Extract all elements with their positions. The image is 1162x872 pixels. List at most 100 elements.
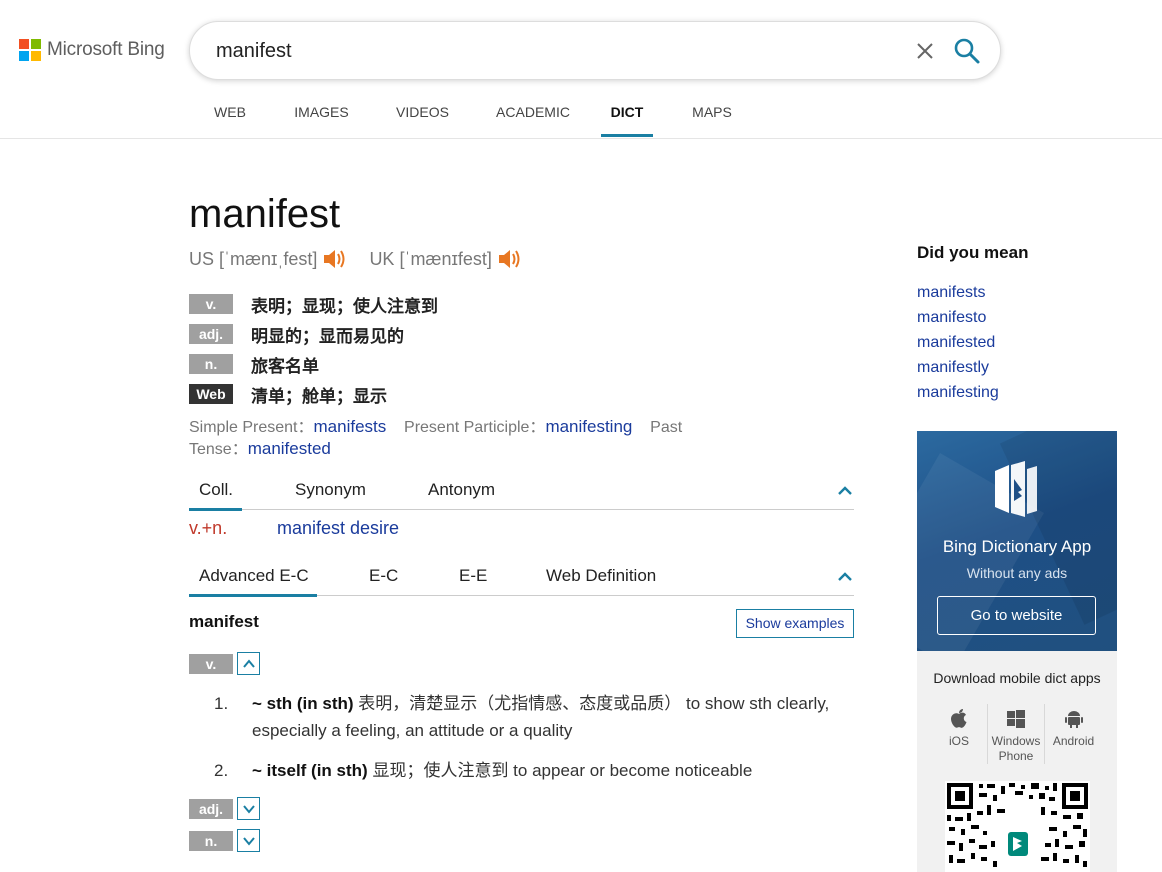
suggestion-link[interactable]: manifested: [917, 333, 999, 358]
android-icon: [1045, 704, 1102, 734]
pos-tag: adj.: [189, 324, 233, 344]
definition-row: adj. 明显的；显而易见的: [189, 319, 438, 349]
definition-row: Web 清单；舱单；显示: [189, 379, 438, 409]
tab-web-definition[interactable]: Web Definition: [546, 560, 656, 596]
pos-tag-web: Web: [189, 384, 233, 404]
search-input[interactable]: [216, 37, 876, 65]
qr-code: [945, 781, 1090, 872]
us-pronunciation: US [ˈmænɪˌfest]: [189, 248, 318, 269]
definition-text: 表明；显现；使人注意到: [251, 296, 438, 316]
platform-label: Windows: [991, 734, 1041, 748]
header: Microsoft Bing WEB IMAGES VIDEOS ACADEMI…: [0, 0, 1162, 139]
tab-coll[interactable]: Coll.: [189, 474, 242, 511]
bing-logo[interactable]: Microsoft Bing: [19, 39, 165, 61]
scope-academic[interactable]: ACADEMIC: [473, 100, 593, 137]
suggestion-link[interactable]: manifests: [917, 283, 999, 308]
bing-dictionary-app-icon: [991, 461, 1043, 519]
scope-bar: WEB IMAGES VIDEOS ACADEMIC DICT MAPS: [189, 100, 744, 137]
inflections: Simple Present：manifests Present Partici…: [189, 416, 709, 460]
sense-item: 2. ~ itself (in sth) 显现；使人注意到 to appear …: [214, 757, 854, 784]
pos-tag: n.: [189, 830, 233, 851]
tab-ec[interactable]: E-C: [369, 560, 398, 596]
definition-text: 明显的；显而易见的: [251, 326, 404, 346]
sense-en: to appear or become noticeable: [508, 761, 753, 780]
collapse-toggle[interactable]: [237, 652, 260, 675]
uk-speaker-icon[interactable]: [496, 246, 522, 272]
logo-text: Microsoft Bing: [47, 39, 165, 60]
platform-label: iOS: [948, 734, 969, 748]
scope-maps[interactable]: MAPS: [680, 100, 744, 137]
past-tense-label-2: Tense：: [189, 441, 248, 458]
tab-antonym[interactable]: Antonym: [428, 474, 495, 510]
search-box: [189, 21, 1001, 80]
pos-tag: v.: [189, 653, 233, 674]
expand-toggle[interactable]: [237, 797, 260, 820]
chevron-up-icon[interactable]: [836, 482, 854, 500]
windows-icon: [988, 704, 1044, 734]
platform-windows-phone[interactable]: Windows Phone: [988, 704, 1045, 764]
download-apps-box: Download mobile dict apps iOS Windows Ph…: [917, 651, 1117, 872]
sense-number: 2.: [214, 761, 229, 780]
sense-zh: 显现；使人注意到: [367, 761, 509, 780]
uk-pronunciation: UK [ˈmænɪfest]: [369, 248, 492, 269]
pos-tag: adj.: [189, 798, 233, 819]
past-tense-label: Past: [650, 419, 683, 436]
clear-icon[interactable]: [912, 38, 938, 64]
present-participle-link[interactable]: manifesting: [545, 417, 632, 436]
definition-text: 旅客名单: [251, 356, 319, 376]
scope-videos[interactable]: VIDEOS: [372, 100, 473, 137]
us-speaker-icon[interactable]: [321, 246, 347, 272]
tab-ee[interactable]: E-E: [459, 560, 487, 596]
collocation-tabs: Coll. Synonym Antonym: [189, 474, 854, 511]
advanced-pos-n: n.: [189, 829, 260, 852]
expand-toggle[interactable]: [237, 829, 260, 852]
definition-list: v. 表明；显现；使人注意到 adj. 明显的；显而易见的 n. 旅客名单 We…: [189, 289, 438, 409]
go-to-website-button[interactable]: Go to website: [937, 596, 1096, 635]
sense-pattern: ~ itself (in sth): [252, 761, 368, 780]
tab-synonym[interactable]: Synonym: [295, 474, 366, 510]
suggestion-link[interactable]: manifestly: [917, 358, 999, 383]
microsoft-logo-icon: [19, 39, 41, 61]
platform-label-2: Phone: [998, 749, 1034, 763]
simple-present-link[interactable]: manifests: [314, 417, 387, 436]
advanced-pos-adj: adj.: [189, 797, 260, 820]
collocation-link[interactable]: manifest desire: [277, 518, 399, 538]
sense-zh: 表明，清楚显示（尤指情感、态度或品质）: [353, 694, 682, 713]
definition-text: 清单；舱单；显示: [251, 386, 387, 406]
tab-advanced-ec[interactable]: Advanced E-C: [189, 560, 317, 597]
sense-number: 1.: [214, 694, 229, 713]
did-you-mean-title: Did you mean: [917, 243, 1029, 262]
apple-icon: [931, 704, 987, 734]
app-subtitle: Without any ads: [966, 565, 1068, 581]
platform-android[interactable]: Android: [1045, 704, 1102, 764]
suggestion-link[interactable]: manifesto: [917, 308, 999, 333]
sense-item: 1. ~ sth (in sth) 表明，清楚显示（尤指情感、态度或品质） to…: [214, 690, 854, 744]
scope-dict[interactable]: DICT: [601, 100, 653, 137]
chevron-up-icon[interactable]: [836, 568, 854, 586]
advanced-headword: manifest: [189, 612, 259, 631]
app-title: Bing Dictionary App: [942, 537, 1092, 556]
did-you-mean-list: manifests manifesto manifested manifestl…: [917, 283, 999, 408]
scope-web[interactable]: WEB: [189, 100, 271, 137]
present-participle-label: Present Participle：: [404, 419, 546, 436]
platform-ios[interactable]: iOS: [931, 704, 988, 764]
definition-row: n. 旅客名单: [189, 349, 438, 379]
pos-tag: n.: [189, 354, 233, 374]
platform-label: Android: [1052, 734, 1095, 748]
search-icon[interactable]: [952, 36, 982, 66]
past-tense-link[interactable]: manifested: [248, 439, 331, 458]
collocation-label: v.+n.: [189, 518, 228, 538]
show-examples-button[interactable]: Show examples: [736, 609, 854, 638]
advanced-tabs: Advanced E-C E-C E-E Web Definition: [189, 560, 854, 597]
collocation-row: v.+n. manifest desire: [189, 518, 399, 539]
download-title: Download mobile dict apps: [933, 670, 1101, 686]
app-promo-banner: Bing Dictionary App Without any ads Go t…: [917, 431, 1117, 651]
platform-list: iOS Windows Phone Android: [931, 704, 1103, 764]
advanced-pos-v: v.: [189, 652, 260, 675]
pos-tag: v.: [189, 294, 233, 314]
definition-row: v. 表明；显现；使人注意到: [189, 289, 438, 319]
headword: manifest: [189, 192, 341, 236]
scope-images[interactable]: IMAGES: [271, 100, 372, 137]
simple-present-label: Simple Present：: [189, 419, 314, 436]
suggestion-link[interactable]: manifesting: [917, 383, 999, 408]
